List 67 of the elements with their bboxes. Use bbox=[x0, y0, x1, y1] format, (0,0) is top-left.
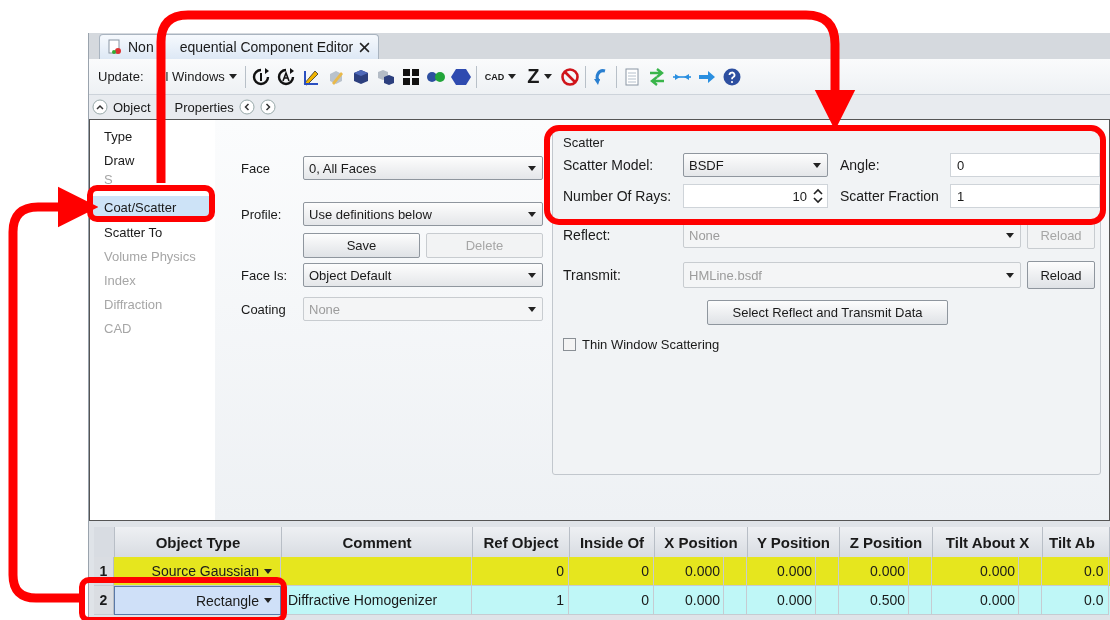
spinner-icon[interactable] bbox=[813, 188, 823, 204]
table-cell: 1 bbox=[472, 586, 569, 615]
table-cell: 0.000 bbox=[747, 586, 839, 615]
z-dropdown[interactable]: Z bbox=[524, 63, 555, 90]
field-label: Face bbox=[241, 160, 271, 176]
angle-field[interactable]: 0 bbox=[950, 153, 1100, 177]
group-title: Scatter bbox=[563, 135, 606, 151]
dropdown[interactable]: Object Default bbox=[303, 263, 543, 287]
caret-icon bbox=[528, 165, 536, 171]
sidebar-item[interactable]: Type bbox=[90, 124, 209, 148]
field-label: Reflect: bbox=[563, 227, 612, 243]
table-cell: Diffractive Homogenizer bbox=[281, 586, 472, 615]
hexagon-icon[interactable] bbox=[450, 66, 471, 87]
table-cell: 0 bbox=[569, 586, 654, 615]
update-dropdown[interactable]: Update: l Windows bbox=[95, 67, 240, 86]
dropdown[interactable]: 0, All Faces bbox=[303, 156, 543, 180]
section-title: Properties bbox=[174, 99, 234, 115]
row-number: 2 bbox=[94, 586, 114, 615]
editor-tab[interactable]: Non equential Component Editor bbox=[99, 34, 380, 59]
field-label: Scatter Model: bbox=[563, 157, 655, 173]
previous-icon[interactable] bbox=[238, 99, 255, 115]
caret-icon bbox=[528, 211, 536, 217]
field-label: Profile: bbox=[241, 206, 283, 222]
field-label: Coating bbox=[241, 301, 287, 317]
caret-icon bbox=[508, 74, 517, 79]
checkbox[interactable] bbox=[563, 338, 576, 351]
scatter-model-dropdown[interactable]: BSDF bbox=[683, 153, 828, 177]
caret-icon bbox=[264, 598, 272, 603]
table-cell: 0.0 bbox=[1042, 586, 1109, 615]
caret-icon bbox=[228, 74, 237, 79]
fraction-field[interactable]: 1 bbox=[950, 184, 1100, 208]
table-cell: 0.500 bbox=[839, 586, 932, 615]
sidebar-item[interactable]: Scatter To bbox=[90, 220, 209, 244]
field-label: Scatter Fraction bbox=[839, 188, 940, 204]
next-icon[interactable] bbox=[259, 99, 276, 115]
rotate-icon[interactable] bbox=[250, 66, 271, 87]
section-title: Object bbox=[113, 99, 151, 115]
tab-title: equential Component Editor bbox=[179, 39, 354, 55]
cad-dropdown[interactable]: CAD bbox=[481, 69, 520, 84]
grid-icon[interactable] bbox=[400, 66, 421, 87]
caret-icon bbox=[1006, 272, 1014, 278]
caret-icon bbox=[543, 74, 552, 79]
table-cell: 0.000 bbox=[932, 586, 1042, 615]
table-cell: 0.000 bbox=[654, 586, 747, 615]
rotate-icon[interactable] bbox=[275, 66, 296, 87]
close-icon[interactable] bbox=[359, 41, 371, 53]
checkbox-label: Thin Window Scattering bbox=[582, 337, 720, 352]
caret-icon bbox=[264, 568, 272, 574]
field-label: Angle: bbox=[839, 157, 881, 173]
dropdown[interactable]: Use definitions below bbox=[303, 202, 543, 226]
tab-title: Non bbox=[128, 39, 154, 55]
document-icon bbox=[108, 39, 122, 55]
caret-icon bbox=[528, 306, 536, 312]
help-icon[interactable] bbox=[721, 66, 742, 87]
save-button[interactable]: Save bbox=[303, 233, 420, 258]
object-type-dropdown[interactable]: Rectangle bbox=[114, 586, 281, 615]
sidebar-item[interactable]: Draw bbox=[90, 148, 209, 172]
select-data-button[interactable]: Select Reflect and Transmit Data bbox=[707, 300, 948, 325]
field-label: Face Is: bbox=[241, 267, 289, 283]
rays-field[interactable]: 10 bbox=[683, 184, 828, 208]
collapse-icon[interactable] bbox=[92, 99, 108, 115]
caret-icon bbox=[1006, 232, 1014, 238]
field-label: Number Of Rays: bbox=[563, 188, 673, 204]
caret-icon bbox=[813, 162, 821, 168]
caret-icon bbox=[528, 272, 536, 278]
field-label: Transmit: bbox=[563, 267, 622, 283]
no-sign-icon[interactable] bbox=[559, 66, 580, 87]
